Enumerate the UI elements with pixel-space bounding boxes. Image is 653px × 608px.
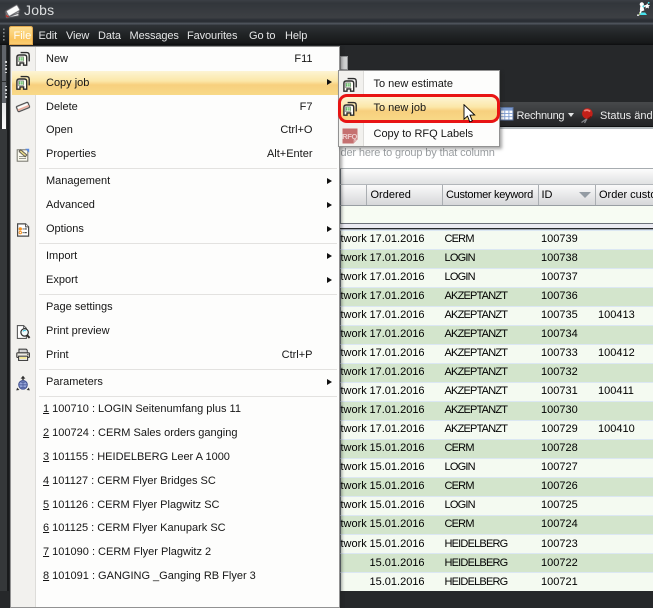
svg-text:RFQ: RFQ (342, 132, 357, 141)
